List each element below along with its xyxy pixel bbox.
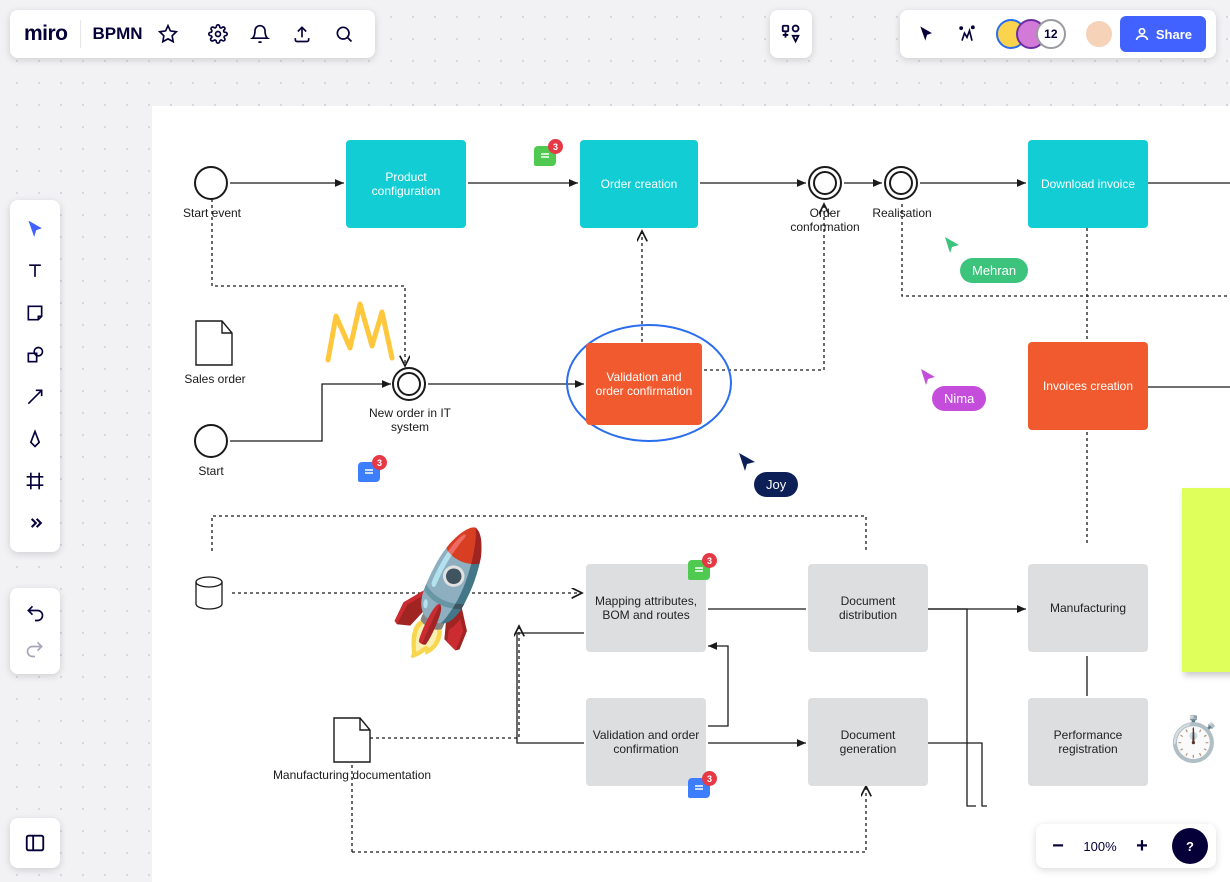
stopwatch-emoji[interactable]: ⏱️ <box>1166 718 1221 762</box>
cursor-joy-tag: Joy <box>754 472 798 497</box>
miro-logo[interactable]: miro <box>24 22 68 46</box>
cursor-mehran-tag: Mehran <box>960 258 1028 283</box>
pen-tool[interactable] <box>16 420 54 458</box>
redo-button[interactable] <box>16 632 54 666</box>
node-performance-registration[interactable]: Performance registration <box>1028 698 1148 786</box>
search-icon[interactable] <box>327 17 361 51</box>
order-conformation-label: Order conformation <box>782 206 868 234</box>
manufacturing-doc-icon[interactable] <box>332 716 372 764</box>
present-panel-button[interactable] <box>10 818 60 868</box>
cursor-joy-pointer <box>738 452 756 472</box>
rocket-emoji[interactable]: 🚀 <box>369 528 520 665</box>
shape-tool[interactable] <box>16 336 54 374</box>
zoom-out-button[interactable]: − <box>1044 832 1072 860</box>
presence-panel: 12 Share <box>900 10 1216 58</box>
avatar-count[interactable]: 12 <box>1036 19 1066 49</box>
sales-order-doc-icon[interactable] <box>194 319 234 367</box>
cursor-hide-icon[interactable] <box>910 17 944 51</box>
start-circle[interactable] <box>194 424 228 458</box>
new-order-it-label: New order in IT system <box>360 406 460 434</box>
order-conformation-event[interactable] <box>808 166 842 200</box>
comment-bubble[interactable]: 3 <box>688 778 710 798</box>
comment-bubble[interactable]: 3 <box>358 462 380 482</box>
tool-dock <box>10 200 60 552</box>
text-tool[interactable] <box>16 252 54 290</box>
reactions-icon[interactable] <box>950 17 984 51</box>
realisation-event[interactable] <box>884 166 918 200</box>
export-icon[interactable] <box>285 17 319 51</box>
zoom-bar: − 100% + ? <box>1036 824 1216 868</box>
bell-icon[interactable] <box>243 17 277 51</box>
zoom-level[interactable]: 100% <box>1080 839 1120 854</box>
apps-button[interactable] <box>770 10 812 58</box>
node-manufacturing[interactable]: Manufacturing <box>1028 564 1148 652</box>
node-invoices-creation[interactable]: Invoices creation <box>1028 342 1148 430</box>
divider <box>80 20 81 48</box>
help-button[interactable]: ? <box>1172 828 1208 864</box>
more-tools[interactable] <box>16 504 54 542</box>
panel-icon <box>24 832 46 854</box>
cylinder-db-icon[interactable] <box>194 576 220 606</box>
node-product-configuration[interactable]: Product configuration <box>346 140 466 228</box>
cursor-nima-tag: Nima <box>932 386 986 411</box>
share-button[interactable]: Share <box>1120 16 1206 52</box>
node-validation-order-confirmation[interactable]: Validation and order confirmation <box>586 343 702 425</box>
zoom-in-button[interactable]: + <box>1128 832 1156 860</box>
topbar-left: miro BPMN <box>10 10 375 58</box>
arrow-tool[interactable] <box>16 378 54 416</box>
new-order-it-event[interactable] <box>392 367 426 401</box>
board-canvas[interactable]: Start event Product configuration Order … <box>152 106 1230 882</box>
board-title[interactable]: BPMN <box>93 24 143 44</box>
node-doc-generation[interactable]: Document generation <box>808 698 928 786</box>
select-tool[interactable] <box>16 210 54 248</box>
settings-icon[interactable] <box>201 17 235 51</box>
undo-dock <box>10 588 60 674</box>
star-icon[interactable] <box>151 17 185 51</box>
start-label: Start <box>188 464 234 478</box>
realisation-label: Realisation <box>864 206 940 220</box>
comment-bubble[interactable]: 3 <box>688 560 710 580</box>
node-validation-order-conf-2[interactable]: Validation and order confirmation <box>586 698 706 786</box>
start-event-circle[interactable] <box>194 166 228 200</box>
manufacturing-doc-label: Manufacturing documentation <box>272 768 432 782</box>
topbar-right: 12 Share <box>900 10 1216 58</box>
undo-button[interactable] <box>16 596 54 630</box>
frame-tool[interactable] <box>16 462 54 500</box>
cursor-mehran-pointer <box>944 236 960 254</box>
sticky-note-yellow[interactable] <box>1182 488 1230 672</box>
avatar-self[interactable] <box>1084 19 1114 49</box>
crown-scribble[interactable] <box>322 296 402 368</box>
apps-icon <box>780 23 802 45</box>
node-order-creation[interactable]: Order creation <box>580 140 698 228</box>
start-event-label: Start event <box>172 206 252 220</box>
node-doc-distribution[interactable]: Document distribution <box>808 564 928 652</box>
cursor-nima-pointer <box>920 368 936 386</box>
comment-bubble[interactable]: 3 <box>534 146 556 166</box>
share-person-icon <box>1134 26 1150 42</box>
sales-order-label: Sales order <box>172 372 258 386</box>
sticky-tool[interactable] <box>16 294 54 332</box>
node-download-invoice[interactable]: Download invoice <box>1028 140 1148 228</box>
